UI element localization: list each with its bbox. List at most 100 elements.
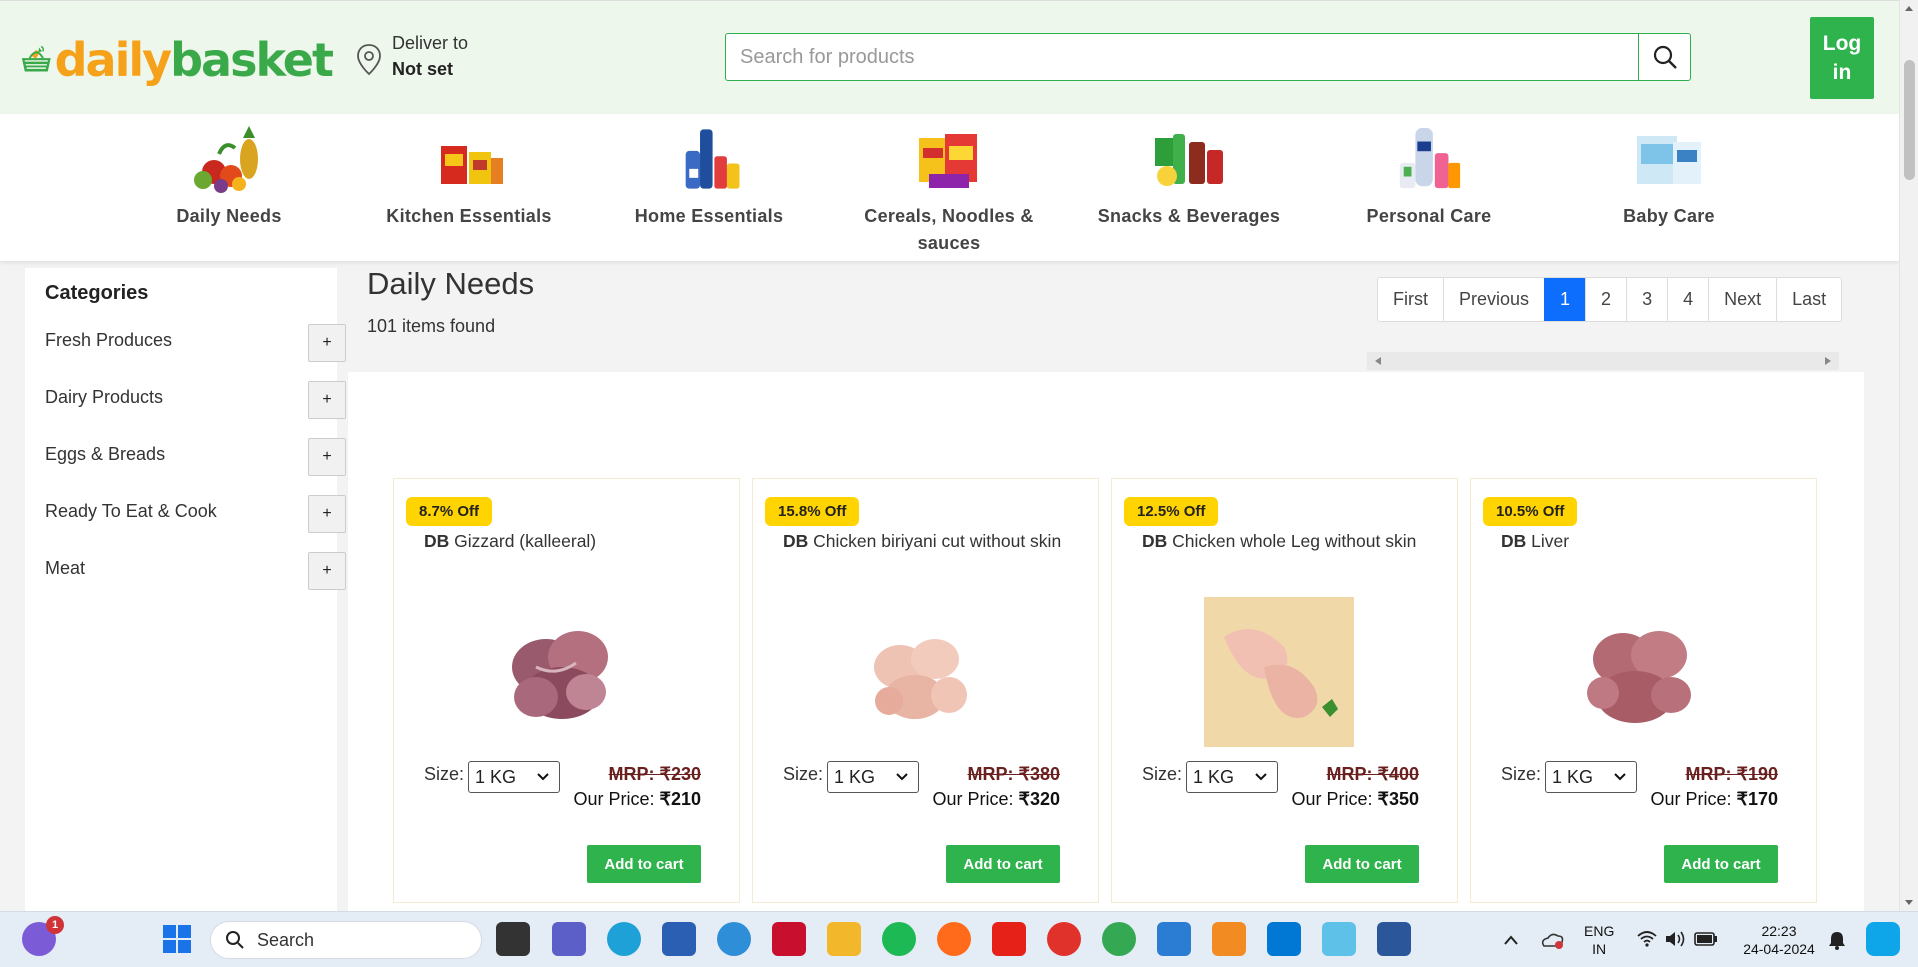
our-price: Our Price: ₹350 xyxy=(1291,789,1419,809)
category-personal-care[interactable]: Personal Care xyxy=(1319,124,1539,230)
scrollbar-thumb[interactable] xyxy=(1904,60,1915,180)
expand-button[interactable]: + xyxy=(308,381,346,419)
category-kitchen-essentials[interactable]: Kitchen Essentials xyxy=(359,124,579,230)
login-button[interactable]: Log in xyxy=(1810,17,1874,99)
product-name[interactable]: DB Chicken biriyani cut without skin xyxy=(783,531,1061,552)
word-icon[interactable] xyxy=(1377,922,1411,956)
product-image[interactable] xyxy=(845,597,995,747)
search-button[interactable] xyxy=(1638,34,1690,80)
page-3-button[interactable]: 3 xyxy=(1626,278,1667,321)
spotify-icon[interactable] xyxy=(882,922,916,956)
deliver-label: Deliver to xyxy=(392,33,469,53)
teams-icon[interactable] xyxy=(552,922,586,956)
page-4-button[interactable]: 4 xyxy=(1667,278,1708,321)
sidebar-item-meat[interactable]: Meat + xyxy=(45,552,346,592)
size-select[interactable]: 1 KG xyxy=(1545,761,1637,793)
microsoft-store-icon[interactable] xyxy=(662,922,696,956)
chevron-down-icon xyxy=(1614,773,1626,781)
category-snacks-beverages[interactable]: Snacks & Beverages xyxy=(1079,124,1299,230)
category-baby-care[interactable]: Baby Care xyxy=(1559,124,1779,230)
chicken-leg-image xyxy=(1204,597,1354,747)
search-input[interactable] xyxy=(726,34,1638,80)
scroll-down-icon[interactable] xyxy=(1905,900,1913,905)
personal-care-icon xyxy=(1399,127,1461,189)
scroll-left-icon[interactable] xyxy=(1375,357,1381,365)
volume-icon[interactable] xyxy=(1664,930,1686,948)
product-name[interactable]: DB Gizzard (kalleeral) xyxy=(424,531,596,552)
clock[interactable]: 22:23 24-04-2024 xyxy=(1734,922,1824,958)
scroll-right-icon[interactable] xyxy=(1825,357,1831,365)
product-card[interactable]: 8.7% Off DB Gizzard (kalleeral) Size: 1 … xyxy=(393,478,740,903)
sidebar-item-eggs-breads[interactable]: Eggs & Breads + xyxy=(45,438,346,478)
size-select[interactable]: 1 KG xyxy=(1186,761,1278,793)
category-label: Daily Needs xyxy=(176,206,282,226)
product-name[interactable]: DB Liver xyxy=(1501,531,1569,552)
add-to-cart-button[interactable]: Add to cart xyxy=(946,845,1060,883)
expand-button[interactable]: + xyxy=(308,438,346,476)
xampp-icon[interactable] xyxy=(1212,922,1246,956)
category-daily-needs[interactable]: Daily Needs xyxy=(119,124,339,230)
size-label: Size: xyxy=(1501,764,1542,784)
product-image[interactable] xyxy=(1204,597,1354,747)
expand-button[interactable]: + xyxy=(308,552,346,590)
snipping-tool-icon[interactable] xyxy=(1322,922,1356,956)
product-card[interactable]: 15.8% Off DB Chicken biriyani cut withou… xyxy=(752,478,1099,903)
copilot-icon[interactable] xyxy=(1866,922,1900,956)
firefox-icon[interactable] xyxy=(937,922,971,956)
page-1-button[interactable]: 1 xyxy=(1544,278,1586,321)
page-2-button[interactable]: 2 xyxy=(1585,278,1626,321)
page-previous-button[interactable]: Previous xyxy=(1443,278,1544,321)
add-to-cart-button[interactable]: Add to cart xyxy=(1305,845,1419,883)
task-view-icon[interactable] xyxy=(496,922,530,956)
size-select[interactable]: 1 KG xyxy=(827,761,919,793)
wps-office-icon[interactable] xyxy=(1047,922,1081,956)
expand-button[interactable]: + xyxy=(308,324,346,362)
category-label: Home Essentials xyxy=(634,206,784,226)
gizzard-image xyxy=(512,631,608,719)
windows-start-icon[interactable] xyxy=(160,922,194,956)
search-bar xyxy=(725,33,1691,81)
product-name[interactable]: DB Chicken whole Leg without skin xyxy=(1142,531,1416,552)
notepad-icon[interactable] xyxy=(1157,922,1191,956)
language-indicator[interactable]: ENG IN xyxy=(1584,922,1614,958)
category-cereals-noodles-sauces[interactable]: Cereals, Noodles & sauces xyxy=(839,124,1059,257)
taskbar-search[interactable]: Search xyxy=(210,921,482,959)
sidebar-item-ready-to-eat[interactable]: Ready To Eat & Cook + xyxy=(45,495,346,535)
page-first-button[interactable]: First xyxy=(1378,278,1443,321)
page-last-button[interactable]: Last xyxy=(1776,278,1841,321)
edge-browser-icon[interactable] xyxy=(607,922,641,956)
sidebar-item-dairy-products[interactable]: Dairy Products + xyxy=(45,381,346,421)
pagination-scrollbar[interactable] xyxy=(1367,352,1839,370)
product-image[interactable] xyxy=(1563,597,1713,747)
youtube-icon[interactable] xyxy=(992,922,1026,956)
vscode-icon[interactable] xyxy=(1267,922,1301,956)
deliver-location[interactable]: Deliver to Not set xyxy=(356,33,468,80)
sidebar-item-fresh-produces[interactable]: Fresh Produces + xyxy=(45,324,346,364)
scroll-up-icon[interactable] xyxy=(1905,6,1913,11)
add-to-cart-button[interactable]: Add to cart xyxy=(587,845,701,883)
add-to-cart-button[interactable]: Add to cart xyxy=(1664,845,1778,883)
file-explorer-icon[interactable] xyxy=(827,922,861,956)
page-next-button[interactable]: Next xyxy=(1708,278,1776,321)
product-card[interactable]: 10.5% Off DB Liver Size: 1 KG MRP: ₹190 … xyxy=(1470,478,1817,903)
wifi-icon[interactable] xyxy=(1636,930,1658,948)
teams-chat-icon[interactable]: 1 xyxy=(22,916,64,956)
page-scrollbar[interactable] xyxy=(1899,0,1918,911)
expand-button[interactable]: + xyxy=(308,495,346,533)
sidebar-item-label: Fresh Produces xyxy=(45,330,173,350)
product-card[interactable]: 12.5% Off DB Chicken whole Leg without s… xyxy=(1111,478,1458,903)
chrome-icon[interactable] xyxy=(1102,922,1136,956)
notification-bell-icon[interactable] xyxy=(1828,930,1846,950)
size-select[interactable]: 1 KG xyxy=(468,761,560,793)
category-label: Personal Care xyxy=(1366,206,1492,226)
product-image[interactable] xyxy=(486,597,636,747)
onedrive-icon[interactable] xyxy=(1540,930,1564,950)
daily-basket-logo[interactable]: dailybasket xyxy=(20,25,334,95)
help-icon[interactable] xyxy=(717,922,751,956)
sidebar-title: Categories xyxy=(45,282,149,304)
mcafee-icon[interactable] xyxy=(772,922,806,956)
category-home-essentials[interactable]: Home Essentials xyxy=(599,124,819,230)
chevron-up-icon[interactable] xyxy=(1503,934,1519,946)
battery-icon[interactable] xyxy=(1694,932,1718,946)
mrp-price: MRP: ₹230 xyxy=(608,764,701,784)
